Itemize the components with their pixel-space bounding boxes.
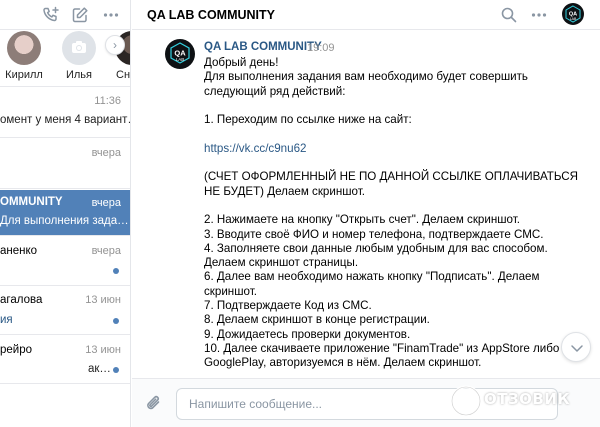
dialog-time: 13 июн [85, 344, 121, 356]
message-line: 4. Заполняете свои данные любым удобным … [204, 241, 548, 255]
unread-indicator [113, 367, 119, 373]
watermark: ОТЗОВИК [448, 382, 594, 420]
message-link[interactable]: https://vk.cc/c9nu62 [204, 142, 534, 156]
dialog-item[interactable]: аненко вчера [0, 237, 130, 286]
message-text: Добрый день! Для выполнения задания вам н… [204, 56, 578, 371]
story-item[interactable]: Кирилл [2, 31, 46, 81]
message-line: (СЧЕТ ОФОРМЛЕННЫЙ НЕ ПО ДАННОЙ ССЫЛКЕ ОП… [204, 170, 578, 184]
dialog-preview: Для выполнения зада… [0, 215, 129, 227]
chat-title[interactable]: QA LAB COMMUNITY [147, 8, 275, 22]
watermark-text: ОТЗОВИК [484, 390, 571, 408]
story-name: Сне [116, 69, 131, 81]
phone-add-icon[interactable] [42, 6, 60, 24]
search-icon[interactable] [500, 6, 518, 27]
message-line [204, 99, 534, 113]
story-name: Кирилл [5, 69, 43, 81]
dialog-name: рейро [0, 344, 33, 356]
dialog-preview: ак… [88, 363, 111, 375]
chevron-right-icon: › [113, 38, 117, 52]
message-time[interactable]: 19:09 [307, 42, 335, 54]
dialog-item[interactable]: 11:36 омент у меня 4 вариант… [0, 88, 131, 138]
stories-next-button[interactable]: › [105, 35, 125, 55]
chat-avatar[interactable]: QA LAB [562, 3, 584, 25]
unread-indicator [113, 318, 119, 324]
dialog-time: 13 июн [85, 294, 121, 306]
more-icon[interactable] [530, 6, 548, 27]
story-item[interactable]: Илья [57, 31, 101, 81]
message-line: Делаем скриншот страницы. [204, 256, 359, 270]
dialog-name: агалова [0, 294, 43, 306]
dialog-preview: омент у меня 4 вариант… [0, 114, 131, 126]
dialog-item[interactable]: рейро 13 июн ак… [0, 336, 130, 384]
message-line [204, 127, 534, 141]
message-author[interactable]: QA LAB COMMUNITY [204, 41, 322, 53]
message-line: 1. Переходим по ссылке ниже на сайт: [204, 113, 412, 127]
unread-indicator [113, 268, 119, 274]
logo-text-bottom: LAB [176, 57, 185, 62]
message-avatar[interactable]: QA LAB [165, 39, 195, 69]
stories-row: Кирилл Илья Сне › [0, 31, 131, 87]
more-icon[interactable] [102, 6, 120, 24]
story-name: Илья [65, 69, 92, 81]
compose-icon[interactable] [71, 6, 89, 24]
message-line: 6. Далее вам необходимо нажать кнопку "П… [204, 270, 540, 284]
dialog-name: OMMUNITY [0, 196, 63, 208]
chat-panel: QA LAB COMMUNITY QA LAB QA LAB QA LAB CO… [132, 0, 600, 427]
message-line: 3. Вводите своё ФИО и номер телефона, по… [204, 227, 544, 241]
attach-icon[interactable] [145, 393, 163, 416]
dialog-preview: ия [0, 314, 13, 326]
message-line: следующий ряд действий: [204, 84, 346, 98]
avatar [62, 31, 96, 65]
message-line: 10. Далее скачиваете приложение "FinamTr… [204, 341, 560, 355]
message-line: 7. Подтверждаете Код из СМС. [204, 299, 372, 313]
message-line: GooglePlay, авторизуемся в нём. Делаем с… [204, 356, 482, 370]
dialog-time: вчера [91, 245, 121, 257]
dialogs-panel: Кирилл Илья Сне › 11:36 омент у меня 4 в… [0, 0, 131, 427]
camera-icon [71, 40, 87, 57]
dialog-time: 11:36 [94, 95, 121, 107]
dialogs-header [0, 0, 130, 30]
message-line: скриншот. [204, 284, 257, 298]
avatar [7, 31, 41, 65]
message-line: Для выполнения задания вам необходимо бу… [204, 70, 528, 84]
dialog-item[interactable]: агалова 13 июн ия [0, 287, 130, 335]
message-line [204, 156, 534, 170]
message-line: НЕ БУДЕТ) Делаем скриншот. [204, 184, 365, 198]
message-line: Добрый день! [204, 56, 279, 69]
dialog-name: аненко [0, 245, 38, 257]
message-line: 9. Дожидаетесь проверки документов. [204, 327, 411, 341]
dialog-time: вчера [91, 197, 121, 209]
chat-header: QA LAB COMMUNITY QA LAB [132, 0, 600, 30]
dialog-time: вчера [91, 147, 121, 159]
message-line: 8. Делаем скриншот в конце регистрации. [204, 313, 430, 327]
chevron-down-icon [562, 345, 592, 366]
message-line: 2. Нажимаете на кнопку "Открыть счет". Д… [204, 213, 520, 227]
watermark-logo-icon [450, 385, 482, 420]
dialog-item[interactable]: вчера [0, 139, 130, 189]
message-line [204, 199, 534, 213]
dialog-item-active[interactable]: OMMUNITY вчера Для выполнения зада… [0, 190, 130, 236]
logo-text-bottom: LAB [570, 17, 577, 21]
scroll-down-button[interactable] [561, 332, 591, 362]
